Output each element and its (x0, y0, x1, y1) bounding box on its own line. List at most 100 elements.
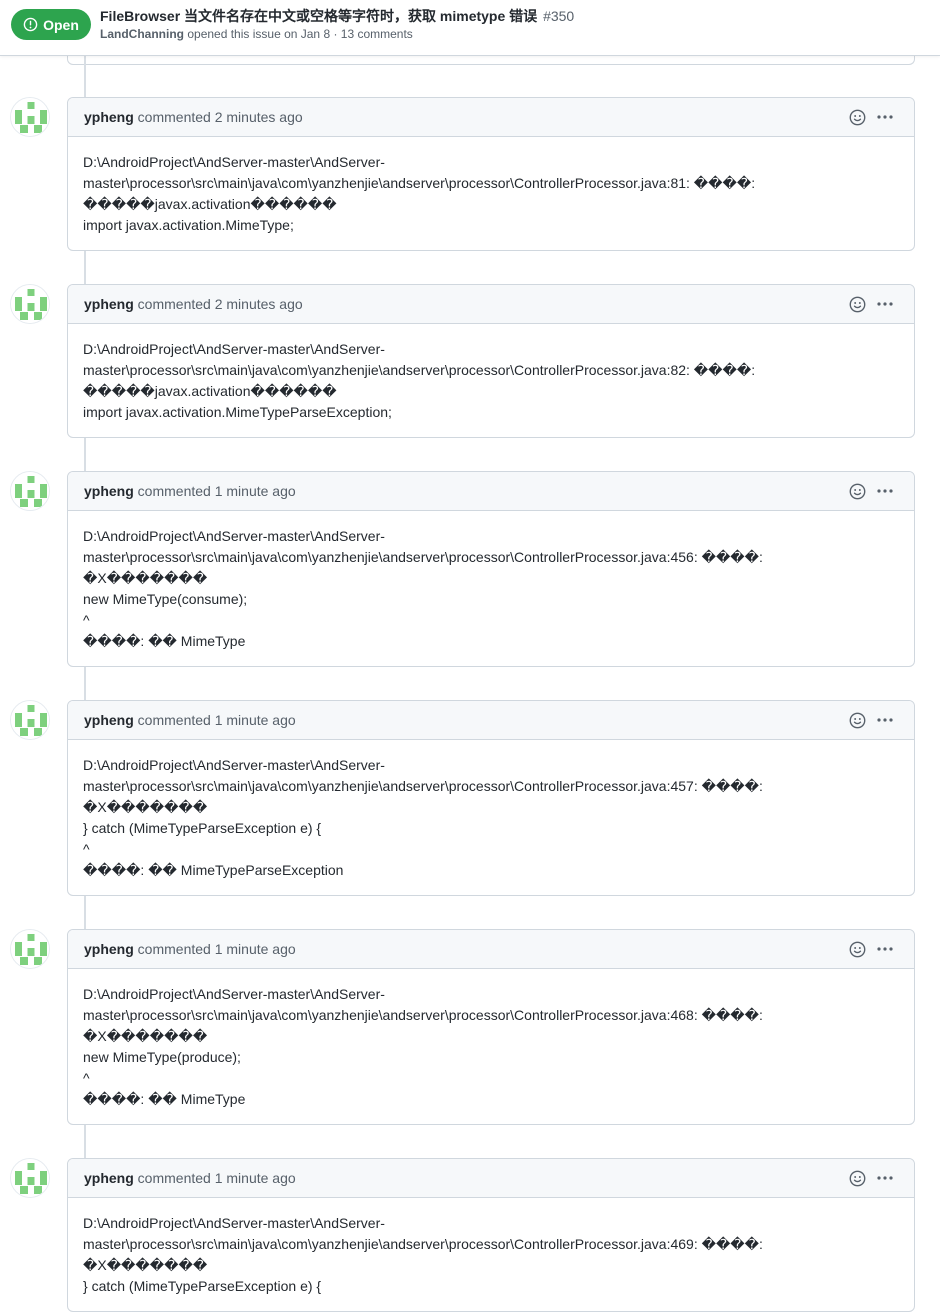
comment-header: ypheng commented 2 minutes ago (68, 285, 914, 324)
comment-body-line: import javax.activation.MimeTypeParseExc… (83, 404, 392, 420)
identicon-avatar (11, 472, 49, 510)
comment-header: ypheng commented 2 minutes ago (68, 98, 914, 137)
issue-title[interactable]: FileBrowser 当文件名存在中文或空格等字符时，获取 mimetype … (100, 6, 574, 26)
comment-body-line: master\processor\src\main\java\com\yanzh… (83, 778, 763, 794)
comment-header: ypheng commented 1 minute ago (68, 930, 914, 969)
comment-author[interactable]: ypheng (84, 1170, 134, 1186)
comment-body: D:\AndroidProject\AndServer-master\AndSe… (68, 324, 914, 437)
comment-author[interactable]: ypheng (84, 296, 134, 312)
comment-timestamp[interactable]: commented 2 minutes ago (138, 296, 303, 312)
comment-body-line: D:\AndroidProject\AndServer-master\AndSe… (83, 986, 385, 1002)
comment-header-text: ypheng commented 1 minute ago (84, 941, 296, 957)
comment-body-line: ����: �� MimeType (83, 633, 246, 649)
identicon-avatar (11, 98, 49, 136)
comment-body-line: master\processor\src\main\java\com\yanzh… (83, 1007, 763, 1023)
comment-body: D:\AndroidProject\AndServer-master\AndSe… (68, 1198, 914, 1311)
comment-author[interactable]: ypheng (84, 483, 134, 499)
comment-body-line: �X������� (83, 1257, 208, 1273)
issue-opened-icon (23, 17, 38, 32)
add-reaction-button[interactable] (848, 295, 866, 313)
identicon-avatar (11, 701, 49, 739)
smiley-icon (849, 483, 865, 499)
avatar[interactable] (10, 97, 50, 137)
avatar[interactable] (10, 471, 50, 511)
comment-header-text: ypheng commented 2 minutes ago (84, 296, 303, 312)
comment-author[interactable]: ypheng (84, 941, 134, 957)
comment-body-line: ^ (83, 612, 90, 628)
comment-header-text: ypheng commented 1 minute ago (84, 712, 296, 728)
comment-options-button[interactable] (874, 482, 896, 500)
comment-header: ypheng commented 1 minute ago (68, 701, 914, 740)
issue-state-label: Open (43, 16, 79, 33)
kebab-horizontal-icon (877, 115, 893, 119)
comment-body-line: D:\AndroidProject\AndServer-master\AndSe… (83, 757, 385, 773)
smiley-icon (849, 941, 865, 957)
avatar[interactable] (10, 1158, 50, 1198)
comment-options-button[interactable] (874, 711, 896, 729)
comment-box: ypheng commented 2 minutes ago D:\Androi… (67, 284, 915, 438)
kebab-horizontal-icon (877, 302, 893, 306)
comment-options-button[interactable] (874, 295, 896, 313)
kebab-horizontal-icon (877, 489, 893, 493)
comment-timestamp[interactable]: commented 1 minute ago (138, 1170, 296, 1186)
avatar[interactable] (10, 929, 50, 969)
comment-timestamp[interactable]: commented 1 minute ago (138, 941, 296, 957)
comment-body-line: new MimeType(produce); (83, 1049, 241, 1065)
comment-body-line: } catch (MimeTypeParseException e) { (83, 820, 322, 836)
smiley-icon (849, 109, 865, 125)
comment-box: ypheng commented 1 minute ago D:\Android… (67, 929, 915, 1125)
kebab-horizontal-icon (877, 718, 893, 722)
comment-body: D:\AndroidProject\AndServer-master\AndSe… (68, 969, 914, 1124)
add-reaction-button[interactable] (848, 482, 866, 500)
identicon-avatar (11, 930, 49, 968)
add-reaction-button[interactable] (848, 711, 866, 729)
comment-body-line: D:\AndroidProject\AndServer-master\AndSe… (83, 154, 385, 170)
comment-options-button[interactable] (874, 940, 896, 958)
smiley-icon (849, 296, 865, 312)
comment-options-button[interactable] (874, 108, 896, 126)
comment-header: ypheng commented 1 minute ago (68, 1159, 914, 1198)
issue-title-text: FileBrowser 当文件名存在中文或空格等字符时，获取 mimetype … (100, 8, 538, 24)
add-reaction-button[interactable] (848, 1169, 866, 1187)
comment-body-line: �����javax.activation������ (83, 383, 337, 399)
issue-state-badge: Open (11, 9, 91, 40)
issue-number: #350 (543, 8, 575, 24)
comment-body-line: �����javax.activation������ (83, 196, 337, 212)
comment-header-text: ypheng commented 1 minute ago (84, 1170, 296, 1186)
comment-author[interactable]: ypheng (84, 109, 134, 125)
comment-timestamp[interactable]: commented 1 minute ago (138, 712, 296, 728)
comment-body: D:\AndroidProject\AndServer-master\AndSe… (68, 511, 914, 666)
comment-body-line: D:\AndroidProject\AndServer-master\AndSe… (83, 528, 385, 544)
comment-body-line: } catch (MimeTypeParseException e) { (83, 1278, 322, 1294)
issue-meta-text: opened this issue on Jan 8 · 13 comments (187, 27, 413, 41)
add-reaction-button[interactable] (848, 940, 866, 958)
comment-box: ypheng commented 1 minute ago D:\Android… (67, 1158, 915, 1312)
comment-body-line: D:\AndroidProject\AndServer-master\AndSe… (83, 341, 385, 357)
comment-body: D:\AndroidProject\AndServer-master\AndSe… (68, 740, 914, 895)
comment-body: D:\AndroidProject\AndServer-master\AndSe… (68, 137, 914, 250)
comment-body-line: ����: �� MimeType (83, 1091, 246, 1107)
comment-body-line: master\processor\src\main\java\com\yanzh… (83, 549, 763, 565)
comment-box: ypheng commented 1 minute ago D:\Android… (67, 700, 915, 896)
comment-body-line: master\processor\src\main\java\com\yanzh… (83, 1236, 763, 1252)
avatar[interactable] (10, 700, 50, 740)
comment-options-button[interactable] (874, 1169, 896, 1187)
comment-box: ypheng commented 1 minute ago D:\Android… (67, 471, 915, 667)
issue-sticky-header: Open FileBrowser 当文件名存在中文或空格等字符时，获取 mime… (0, 0, 940, 56)
comment-timestamp[interactable]: commented 1 minute ago (138, 483, 296, 499)
comment-author[interactable]: ypheng (84, 712, 134, 728)
issue-author-link[interactable]: LandChanning (100, 27, 184, 41)
kebab-horizontal-icon (877, 947, 893, 951)
add-reaction-button[interactable] (848, 108, 866, 126)
identicon-avatar (11, 1159, 49, 1197)
comment-body-line: new MimeType(consume); (83, 591, 248, 607)
comment-box: ypheng commented 2 minutes ago D:\Androi… (67, 97, 915, 251)
comment-body-line: �X������� (83, 799, 208, 815)
comment-body-line: master\processor\src\main\java\com\yanzh… (83, 175, 756, 191)
avatar[interactable] (10, 284, 50, 324)
comment-header-text: ypheng commented 1 minute ago (84, 483, 296, 499)
comment-timestamp[interactable]: commented 2 minutes ago (138, 109, 303, 125)
smiley-icon (849, 1170, 865, 1186)
comment-header: ypheng commented 1 minute ago (68, 472, 914, 511)
comment-body-line: ^ (83, 841, 90, 857)
